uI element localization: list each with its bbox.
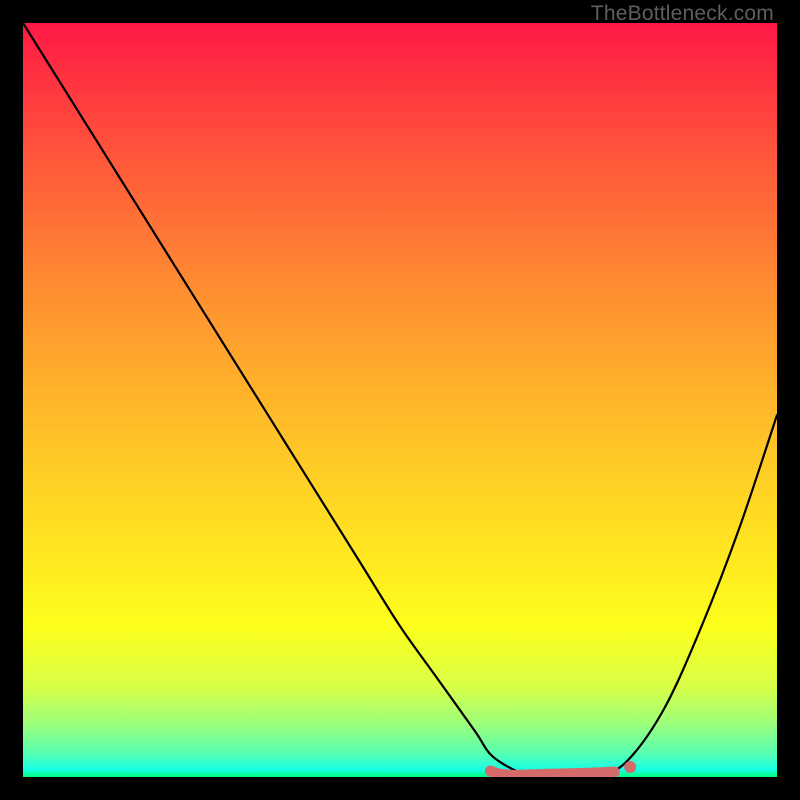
curve-path — [23, 23, 777, 777]
bottleneck-curve — [23, 23, 777, 777]
chart-plot-area — [23, 23, 777, 777]
flat-marker-end-dot — [624, 761, 636, 773]
curve-group — [23, 23, 777, 777]
chart-frame: TheBottleneck.com — [0, 0, 800, 800]
flat-marker-path — [491, 771, 615, 775]
